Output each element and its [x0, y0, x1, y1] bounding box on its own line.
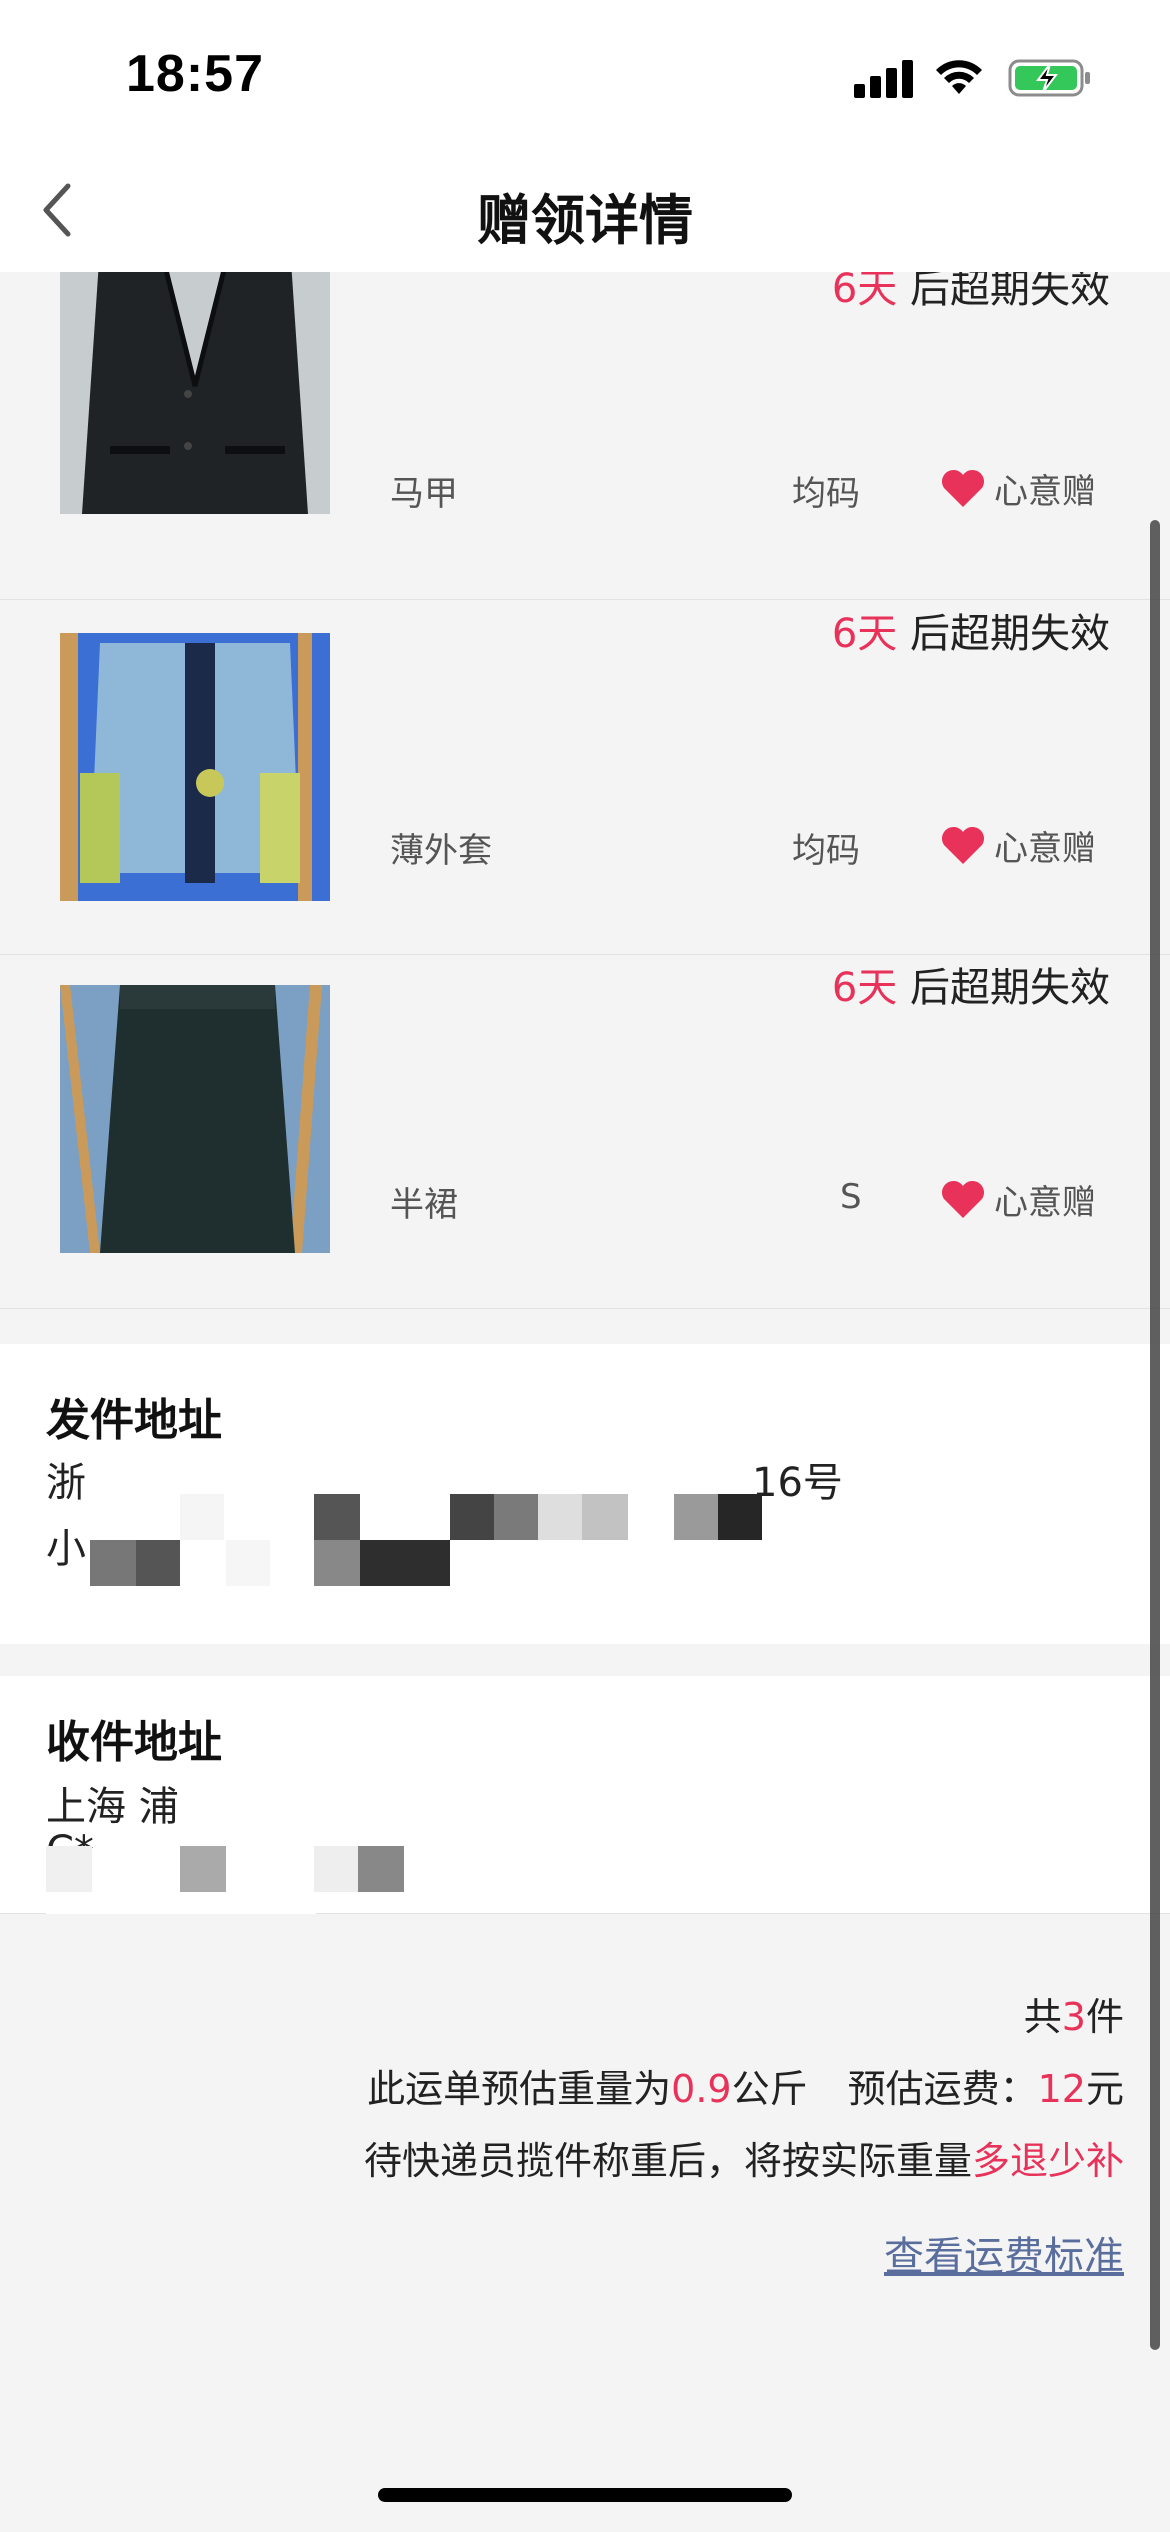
- shipping-fee-standard-link[interactable]: 查看运费标准: [884, 2224, 1124, 2282]
- fee-unit: 元: [1085, 2067, 1124, 2111]
- expire-text: 6天 后超期失效: [832, 601, 1110, 659]
- sender-address-title: 发件地址: [46, 1395, 222, 1446]
- gift-label: 心意赠: [994, 472, 1096, 512]
- home-indicator[interactable]: [378, 2488, 792, 2502]
- item-size: 均码: [792, 831, 860, 871]
- cellular-signal-icon: [854, 58, 914, 98]
- item-name: 马甲: [390, 474, 458, 514]
- content: 6天 后超期失效 马甲 均码 心意赠 6天 后超期失效 薄外套 均码 心意赠 6…: [0, 272, 1170, 2532]
- nav-bar: 赠领详情: [0, 150, 1170, 272]
- item-size: 均码: [792, 474, 860, 514]
- receiver-address-line1: 上海 浦: [46, 1784, 179, 1830]
- gift-tag: 心意赠: [940, 821, 1096, 870]
- item-count-suffix: 件: [1085, 1995, 1124, 2039]
- item-count-value: 3: [1061, 1995, 1086, 2039]
- wifi-icon: [936, 60, 982, 94]
- expire-suffix: 后超期失效: [897, 965, 1110, 1011]
- fee-label: 预估运费：: [847, 2067, 1038, 2111]
- item-count: 共3件: [1024, 1986, 1124, 2041]
- page-title: 赠领详情: [477, 189, 693, 252]
- sender-address-card[interactable]: 发件地址 浙 16号 小: [0, 1344, 1170, 1644]
- expire-days: 6天: [831, 965, 898, 1011]
- battery-charging-icon: [1008, 59, 1090, 97]
- sender-address-line1-tail: 16号: [752, 1460, 843, 1506]
- item-name: 半裙: [390, 1185, 458, 1225]
- item-count-prefix: 共: [1023, 1995, 1062, 2039]
- weight-value: 0.9: [671, 2067, 732, 2111]
- weight-note-highlight: 多退少补: [971, 2139, 1124, 2183]
- weight-prefix: 此运单预估重量为: [367, 2067, 672, 2111]
- expire-text: 6天 后超期失效: [832, 955, 1110, 1013]
- weight-note: 待快递员揽件称重后，将按实际重量多退少补: [364, 2130, 1124, 2185]
- skirt-photo: [60, 985, 330, 1253]
- receiver-address-card[interactable]: 收件地址 上海 浦 C*: [0, 1644, 1170, 1914]
- heart-icon: [941, 469, 985, 507]
- scrollbar[interactable]: [1150, 520, 1160, 2350]
- expire-suffix: 后超期失效: [897, 272, 1110, 312]
- heart-icon: [941, 826, 985, 864]
- weight-note-prefix: 待快递员揽件称重后，将按实际重量: [363, 2139, 972, 2183]
- expire-suffix: 后超期失效: [897, 611, 1110, 657]
- sender-address-line1: 浙: [46, 1460, 86, 1506]
- expire-days: 6天: [831, 611, 898, 657]
- receiver-address-title: 收件地址: [46, 1717, 222, 1768]
- item-name: 薄外套: [390, 831, 492, 871]
- list-item[interactable]: 6天 后超期失效 半裙 S 心意赠: [0, 955, 1170, 1309]
- heart-icon: [941, 1180, 985, 1218]
- gift-tag: 心意赠: [940, 1175, 1096, 1224]
- sender-address-line2: 小: [46, 1526, 86, 1572]
- status-time: 18:57: [126, 45, 264, 103]
- status-bar: 18:57: [0, 0, 1170, 150]
- gift-label: 心意赠: [994, 1183, 1096, 1223]
- jacket-photo: [60, 633, 330, 901]
- list-item[interactable]: 6天 后超期失效 薄外套 均码 心意赠: [0, 601, 1170, 955]
- gift-label: 心意赠: [994, 829, 1096, 869]
- vest-photo: [60, 272, 330, 514]
- item-size: S: [840, 1177, 862, 1217]
- weight-unit: 公斤: [731, 2067, 808, 2111]
- weight-and-fee: 此运单预估重量为0.9公斤 预估运费：12元: [367, 2058, 1124, 2113]
- expire-days: 6天: [831, 272, 898, 312]
- gift-tag: 心意赠: [940, 464, 1096, 513]
- fee-value: 12: [1037, 2067, 1086, 2111]
- list-item[interactable]: 6天 后超期失效 马甲 均码 心意赠: [0, 272, 1170, 600]
- expire-text: 6天 后超期失效: [832, 272, 1110, 314]
